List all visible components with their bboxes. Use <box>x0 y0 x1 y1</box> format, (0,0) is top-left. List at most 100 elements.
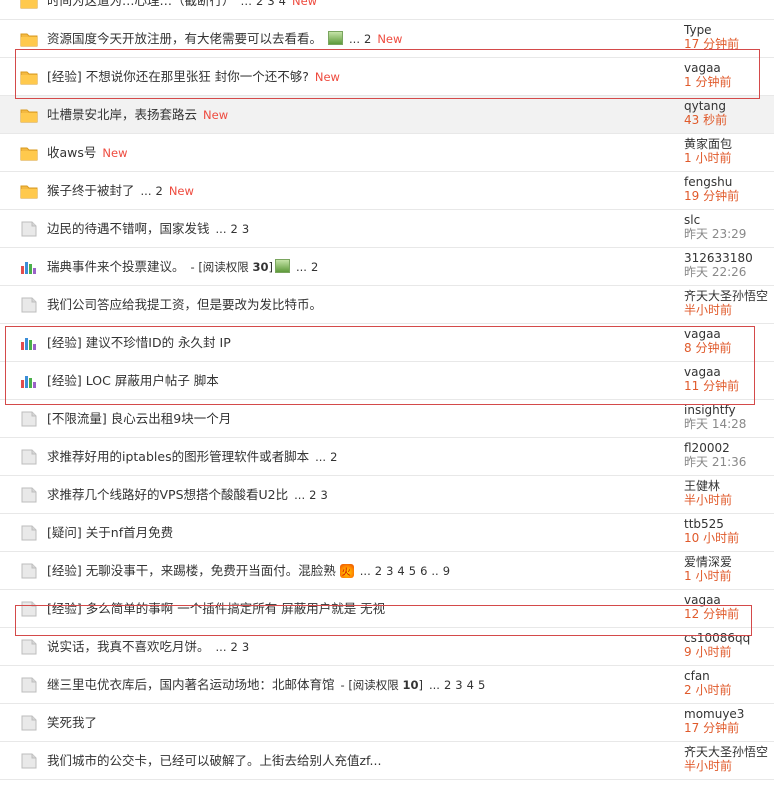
last-poster-name[interactable]: vagaa <box>684 365 721 379</box>
last-poster-name[interactable]: vagaa <box>684 593 721 607</box>
last-post-time[interactable]: 19 分钟前 <box>684 189 739 203</box>
last-poster-name[interactable]: vagaa <box>684 61 721 75</box>
thread-title-link[interactable]: 求推荐几个线路好的VPS想搭个酸酸看U2比 <box>47 487 288 502</box>
thread-title-link[interactable]: 求推荐好用的iptables的图形管理软件或者脚本 <box>47 449 309 464</box>
thread-category-tag[interactable]: [经验] <box>47 69 82 84</box>
last-poster-name[interactable]: cfan <box>684 669 710 683</box>
last-post-time[interactable]: 10 小时前 <box>684 531 739 545</box>
thread-row[interactable]: 笑死我了 momuye3 17 分钟前 <box>0 704 774 742</box>
page-link[interactable]: 2 <box>364 32 371 46</box>
thread-title-link[interactable]: 不想说你还在那里张狂 封你一个还不够? <box>86 69 309 84</box>
thread-row[interactable]: 时间为这道为…心理…（截断行）…234New昨天 23:57 <box>0 0 774 20</box>
thread-title-link[interactable]: 时间为这道为…心理…（截断行） <box>47 0 235 8</box>
page-link[interactable]: 2 <box>311 260 318 274</box>
thread-title-link[interactable]: 说实话，我真不喜欢吃月饼。 <box>47 639 210 654</box>
thread-title-link[interactable]: 无聊没事干，来踢楼，免费开当面付。混脸熟 <box>86 563 336 578</box>
last-post-time[interactable]: 43 秒前 <box>684 113 727 127</box>
page-link[interactable]: 3 <box>455 678 462 692</box>
last-poster-name[interactable]: insightfy <box>684 403 736 417</box>
thread-row[interactable]: 资源国度今天开放注册，有大佬需要可以去看看。... 2 New Type 17 分钟前 <box>0 20 774 58</box>
thread-row[interactable]: [疑问] 关于nf首月免费 ttb525 10 小时前 <box>0 514 774 552</box>
page-link[interactable]: 3 <box>242 222 249 236</box>
page-link[interactable]: 2 <box>375 564 382 578</box>
thread-category-tag[interactable]: [经验] <box>47 601 82 616</box>
thread-title-link[interactable]: 我们城市的公交卡，已经可以破解了。上街去给别人充值zf... <box>47 753 381 768</box>
last-post-time[interactable]: 17 分钟前 <box>684 721 744 735</box>
page-link[interactable]: 3 <box>242 640 249 654</box>
thread-title-link[interactable]: LOC 屏蔽用户帖子 脚本 <box>86 373 219 388</box>
page-link[interactable]: 2 <box>309 488 316 502</box>
last-poster-name[interactable]: 312633180 <box>684 251 753 265</box>
thread-row[interactable]: [经验] LOC 屏蔽用户帖子 脚本 vagaa 11 分钟前 <box>0 362 774 400</box>
thread-title-link[interactable]: 继三里屯优衣库后，国内著名运动场地：北邮体育馆 <box>47 677 335 692</box>
page-link[interactable]: 5 <box>478 678 485 692</box>
thread-row[interactable]: 瑞典事件来个投票建议。 - [阅读权限 30]... 2 312633180 昨天 22… <box>0 248 774 286</box>
thread-row[interactable]: 收aws号 New 黄家面包 1 小时前 <box>0 134 774 172</box>
thread-row[interactable]: [经验] 建议不珍惜ID的 永久封 IP vagaa 8 分钟前 <box>0 324 774 362</box>
last-post-time[interactable]: 半小时前 <box>684 303 768 317</box>
page-link[interactable]: 2 <box>444 678 451 692</box>
page-link[interactable]: 2 <box>230 640 237 654</box>
thread-category-tag[interactable]: [经验] <box>47 373 82 388</box>
last-post-time[interactable]: 17 分钟前 <box>684 37 739 51</box>
last-poster-name[interactable]: qytang <box>684 99 726 113</box>
thread-title-link[interactable]: 笑死我了 <box>47 715 97 730</box>
thread-row[interactable]: 继三里屯优衣库后，国内著名运动场地：北邮体育馆 - [阅读权限 10]... 2 3 4… <box>0 666 774 704</box>
thread-title-link[interactable]: 我们公司答应给我提工资，但是要改为发比特币。 <box>47 297 322 312</box>
last-post-time[interactable]: 1 小时前 <box>684 569 732 583</box>
last-poster-name[interactable]: vagaa <box>684 327 721 341</box>
last-post-time[interactable]: 昨天 23:29 <box>684 227 746 241</box>
last-poster-name[interactable]: 齐天大圣孙悟空 <box>684 289 768 303</box>
page-link[interactable]: 4 <box>467 678 474 692</box>
thread-title-link[interactable]: 关于nf首月免费 <box>86 525 173 540</box>
thread-row[interactable]: [经验] 多么简单的事啊 一个插件搞定所有 屏蔽用户就是 无视 vagaa 12 分钟… <box>0 590 774 628</box>
thread-title-link[interactable]: 边民的待遇不错啊，国家发钱 <box>47 221 210 236</box>
page-link[interactable]: 3 <box>320 488 327 502</box>
thread-title-link[interactable]: 建议不珍惜ID的 永久封 IP <box>86 335 231 350</box>
last-post-time[interactable]: 半小时前 <box>684 759 768 773</box>
page-link[interactable]: 2 <box>256 0 263 8</box>
thread-row[interactable]: [经验] 不想说你还在那里张狂 封你一个还不够? New vagaa 1 分钟前 <box>0 58 774 96</box>
last-poster-name[interactable]: 齐天大圣孙悟空 <box>684 745 768 759</box>
page-link[interactable]: 9 <box>443 564 450 578</box>
thread-row[interactable]: 求推荐几个线路好的VPS想搭个酸酸看U2比... 2 3 王健林 半小时前 <box>0 476 774 514</box>
last-post-time[interactable]: 8 分钟前 <box>684 341 731 355</box>
thread-title-link[interactable]: 多么简单的事啊 一个插件搞定所有 屏蔽用户就是 无视 <box>86 601 385 616</box>
thread-category-tag[interactable]: [经验] <box>47 335 82 350</box>
thread-title-link[interactable]: 吐槽景安北岸，表扬套路云 <box>47 107 197 122</box>
last-poster-name[interactable]: 黄家面包 <box>684 137 732 151</box>
page-link[interactable]: 3 <box>386 564 393 578</box>
last-poster-name[interactable]: 爱情深爱 <box>684 555 732 569</box>
page-link[interactable]: 5 <box>409 564 416 578</box>
last-post-time[interactable]: 昨天 22:26 <box>684 265 753 279</box>
page-link[interactable]: 4 <box>279 0 286 8</box>
thread-title-link[interactable]: 收aws号 <box>47 145 96 160</box>
thread-row[interactable]: 求推荐好用的iptables的图形管理软件或者脚本... 2 fl20002 昨天 2… <box>0 438 774 476</box>
last-poster-name[interactable]: 王健林 <box>684 479 720 493</box>
last-poster-name[interactable]: cs10086qq <box>684 631 750 645</box>
thread-title-link[interactable]: 良心云出租9块一个月 <box>111 411 231 426</box>
thread-row[interactable]: 吐槽景安北岸，表扬套路云 New qytang 43 秒前 <box>0 96 774 134</box>
last-poster-name[interactable]: momuye3 <box>684 707 744 721</box>
thread-row[interactable]: 我们城市的公交卡，已经可以破解了。上街去给别人充值zf... 齐天大圣孙悟空 半小时… <box>0 742 774 780</box>
last-post-time[interactable]: 11 分钟前 <box>684 379 739 393</box>
last-poster-name[interactable]: fl20002 <box>684 441 730 455</box>
last-post-time[interactable]: 昨天 14:28 <box>684 417 746 431</box>
thread-row[interactable]: [不限流量] 良心云出租9块一个月 insightfy 昨天 14:28 <box>0 400 774 438</box>
thread-row[interactable]: 我们公司答应给我提工资，但是要改为发比特币。 齐天大圣孙悟空 半小时前 <box>0 286 774 324</box>
thread-row[interactable]: 猴子终于被封了... 2 New fengshu 19 分钟前 <box>0 172 774 210</box>
page-link[interactable]: 2 <box>330 450 337 464</box>
thread-category-tag[interactable]: [经验] <box>47 563 82 578</box>
page-link[interactable]: 2 <box>155 184 162 198</box>
last-poster-name[interactable]: Type <box>684 23 712 37</box>
page-link[interactable]: 6 <box>420 564 427 578</box>
thread-title-link[interactable]: 资源国度今天开放注册，有大佬需要可以去看看。 <box>47 31 322 46</box>
thread-category-tag[interactable]: [疑问] <box>47 525 82 540</box>
page-link[interactable]: 2 <box>230 222 237 236</box>
page-link[interactable]: 3 <box>267 0 274 8</box>
thread-row[interactable]: [经验] 无聊没事干，来踢楼，免费开当面付。混脸熟... 23456.. 9 爱情深爱1… <box>0 552 774 590</box>
last-poster-name[interactable]: slc <box>684 213 700 227</box>
last-post-time[interactable]: 2 小时前 <box>684 683 731 697</box>
last-post-time[interactable]: 1 小时前 <box>684 151 732 165</box>
thread-category-tag[interactable]: [不限流量] <box>47 411 107 426</box>
